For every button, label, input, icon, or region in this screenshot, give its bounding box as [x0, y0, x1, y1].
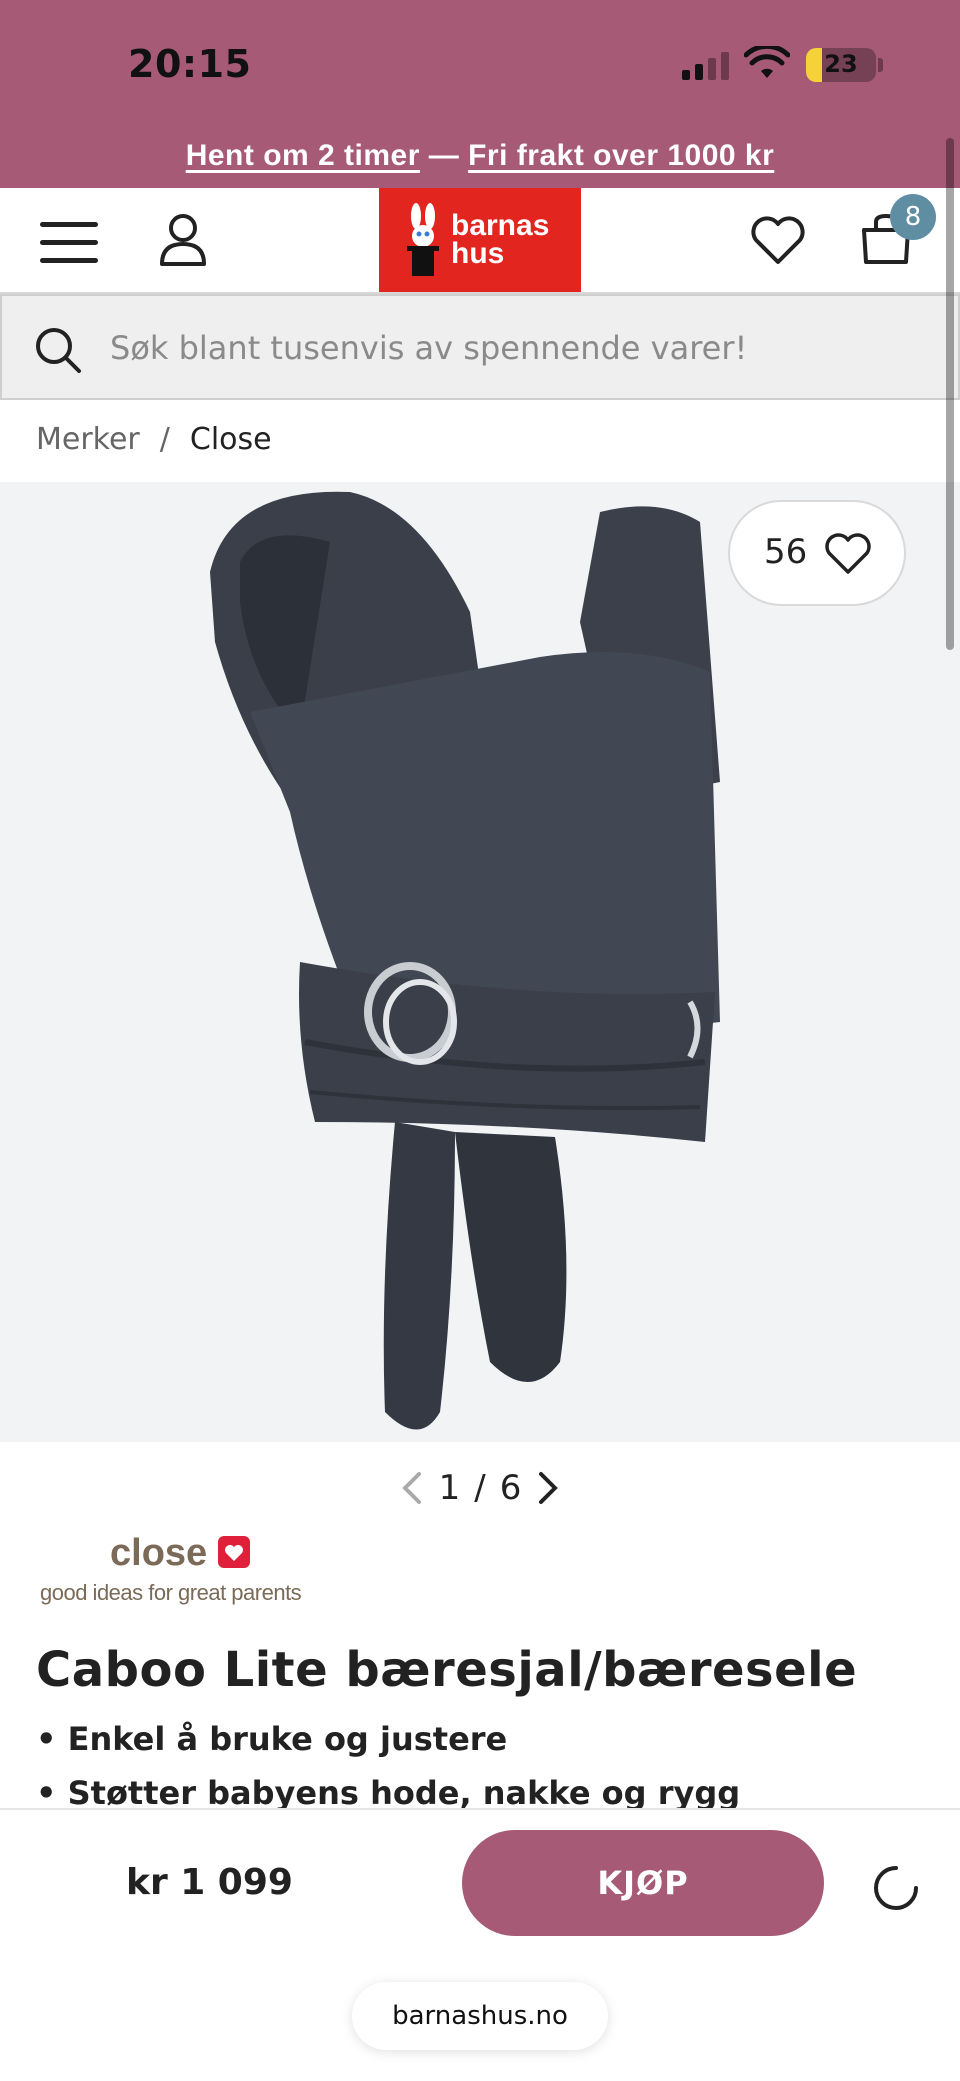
brand-name: close: [110, 1532, 208, 1574]
product-price: kr 1 099: [126, 1862, 293, 1903]
image-pager: 1 / 6: [390, 1466, 570, 1510]
brand-logo[interactable]: close good ideas for great parents: [38, 1528, 338, 1608]
wishlist-heart-icon[interactable]: [750, 214, 806, 266]
pager-total: 6: [499, 1468, 522, 1508]
menu-icon[interactable]: [40, 220, 98, 264]
wifi-icon: [744, 46, 790, 78]
promo-separator: —: [428, 139, 460, 172]
product-image-gallery[interactable]: 56: [0, 482, 960, 1442]
brand-tagline: good ideas for great parents: [40, 1580, 302, 1605]
search-icon[interactable]: [34, 326, 82, 374]
breadcrumb-brands[interactable]: Merker: [36, 422, 140, 457]
promo-banner: Hent om 2 timer — Fri frakt over 1000 kr: [0, 130, 960, 188]
logo-text: barnas hus: [451, 209, 550, 270]
bullet-item: • Enkel å bruke og justere: [36, 1720, 508, 1758]
chevron-left-icon[interactable]: [399, 1470, 425, 1506]
purchase-bar: kr 1 099 KJØP barnashus.no: [0, 1808, 960, 2081]
browser-url-bar[interactable]: barnashus.no: [352, 1982, 608, 2050]
user-icon[interactable]: [158, 212, 208, 268]
cart-count-badge: 8: [890, 194, 936, 240]
battery-icon: 23: [806, 48, 876, 82]
chevron-right-icon[interactable]: [535, 1470, 561, 1506]
cellular-signal-icon: [682, 52, 729, 80]
loading-spinner-icon: [874, 1866, 918, 1910]
product-bullets: • Enkel å bruke og justere • Støtter bab…: [36, 1712, 740, 1820]
site-header: barnas hus: [0, 188, 960, 294]
brand-heart-icon: [218, 1536, 250, 1568]
search-input[interactable]: [110, 322, 930, 374]
site-logo[interactable]: barnas hus: [379, 188, 581, 292]
pager-separator: /: [474, 1468, 486, 1508]
status-time: 20:15: [128, 42, 252, 86]
buy-button[interactable]: KJØP: [462, 1830, 824, 1936]
battery-level: 23: [824, 50, 858, 78]
bunny-hat-icon: [407, 203, 439, 276]
search-bar: [0, 294, 960, 400]
product-image: [210, 491, 720, 1430]
product-title: Caboo Lite bæresjal/bæresele: [36, 1642, 858, 1698]
free-shipping-link[interactable]: Fri frakt over 1000 kr: [468, 139, 774, 172]
pickup-link[interactable]: Hent om 2 timer: [186, 139, 420, 172]
heart-icon: [825, 533, 871, 574]
pager-current: 1: [438, 1468, 461, 1508]
breadcrumb-separator: /: [159, 422, 170, 457]
favorite-button[interactable]: 56: [728, 500, 906, 606]
favorite-count: 56: [764, 532, 808, 572]
status-bar: 20:15 23: [0, 0, 960, 130]
breadcrumb-current: Close: [189, 422, 272, 457]
breadcrumb: Merker / Close: [36, 422, 272, 457]
scrollbar[interactable]: [946, 138, 954, 650]
